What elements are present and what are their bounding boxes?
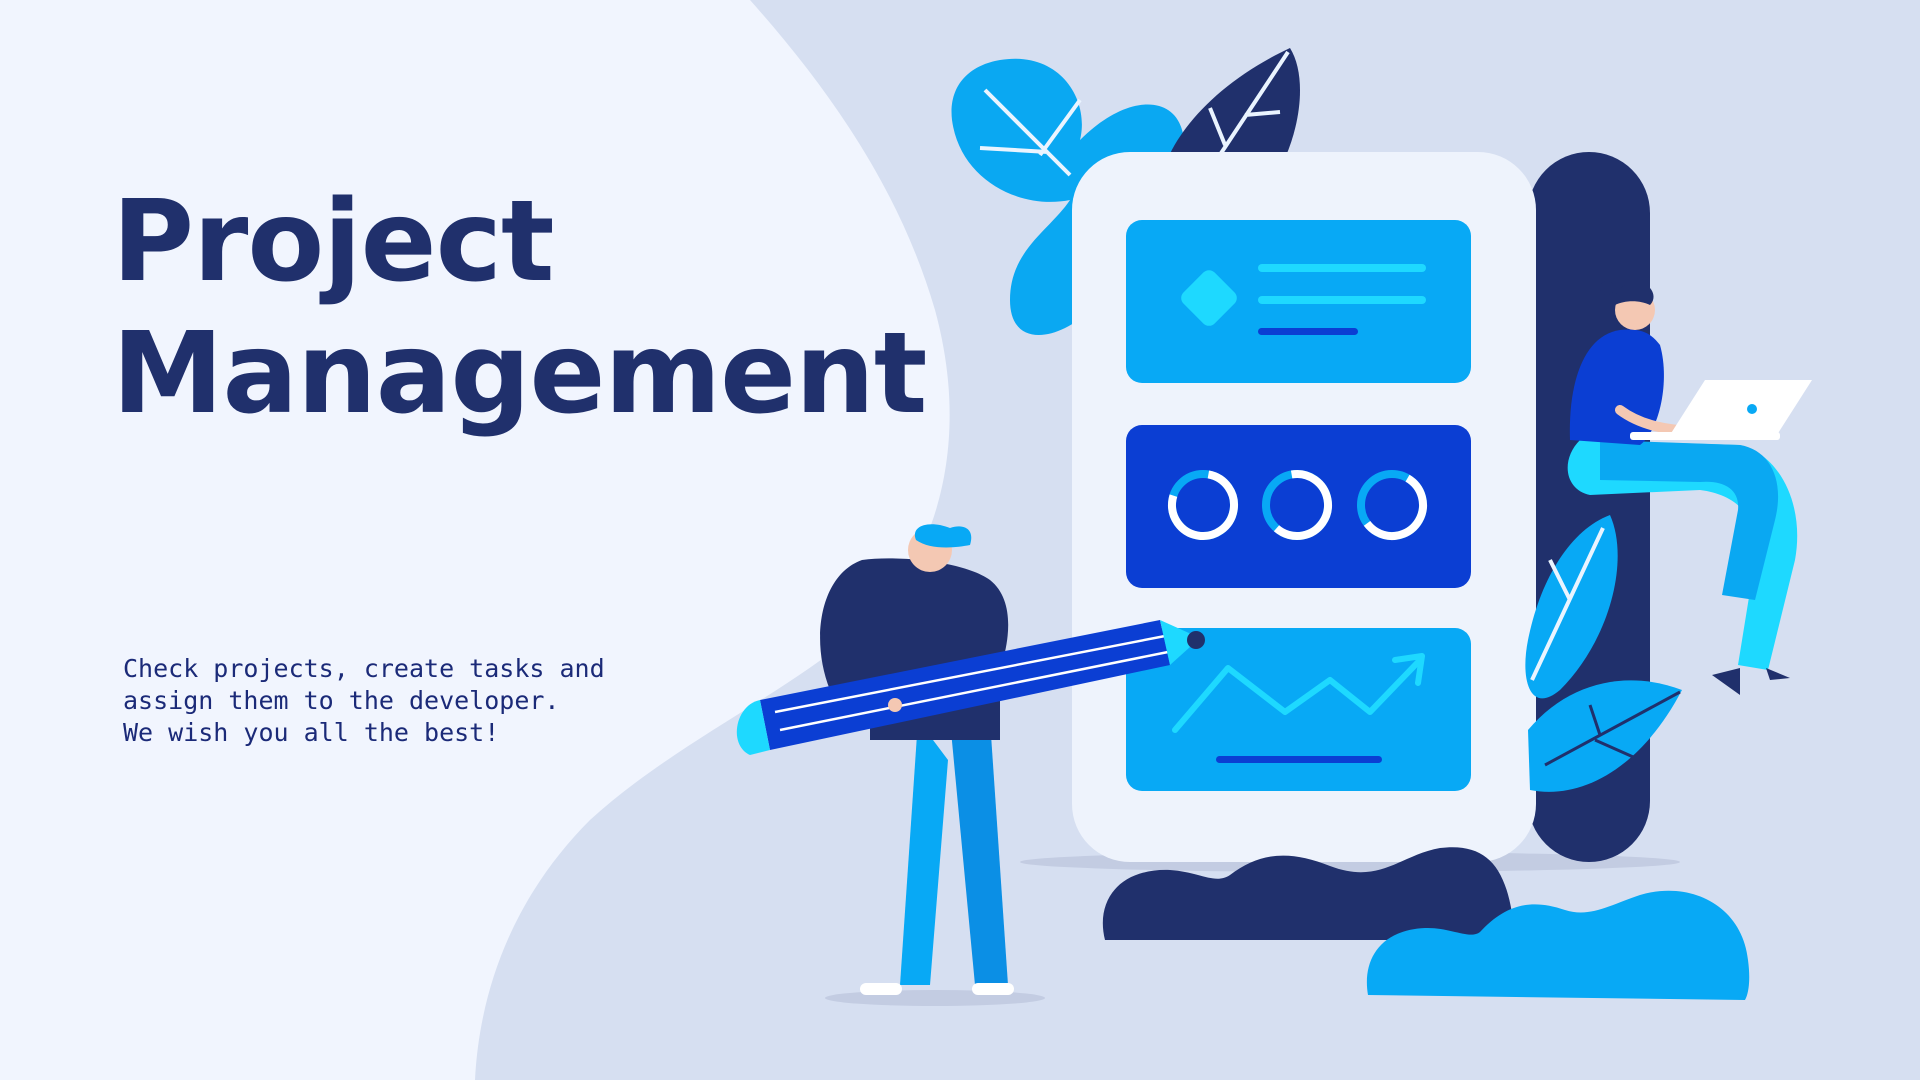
title-line: Project [112,177,555,307]
text-line [1258,296,1426,304]
title-line: Management [112,309,927,439]
subtitle-line: We wish you all the best! [123,718,500,747]
subtitle-line: assign them to the developer. [123,686,560,715]
subtitle-line: Check projects, create tasks and [123,654,605,683]
text-line [1258,328,1358,335]
page-title: Project Management [112,176,927,440]
text-line [1258,264,1426,272]
text-line [1216,756,1382,763]
page-subtitle: Check projects, create tasks and assign … [123,653,605,749]
hero-illustration [475,0,1920,1080]
